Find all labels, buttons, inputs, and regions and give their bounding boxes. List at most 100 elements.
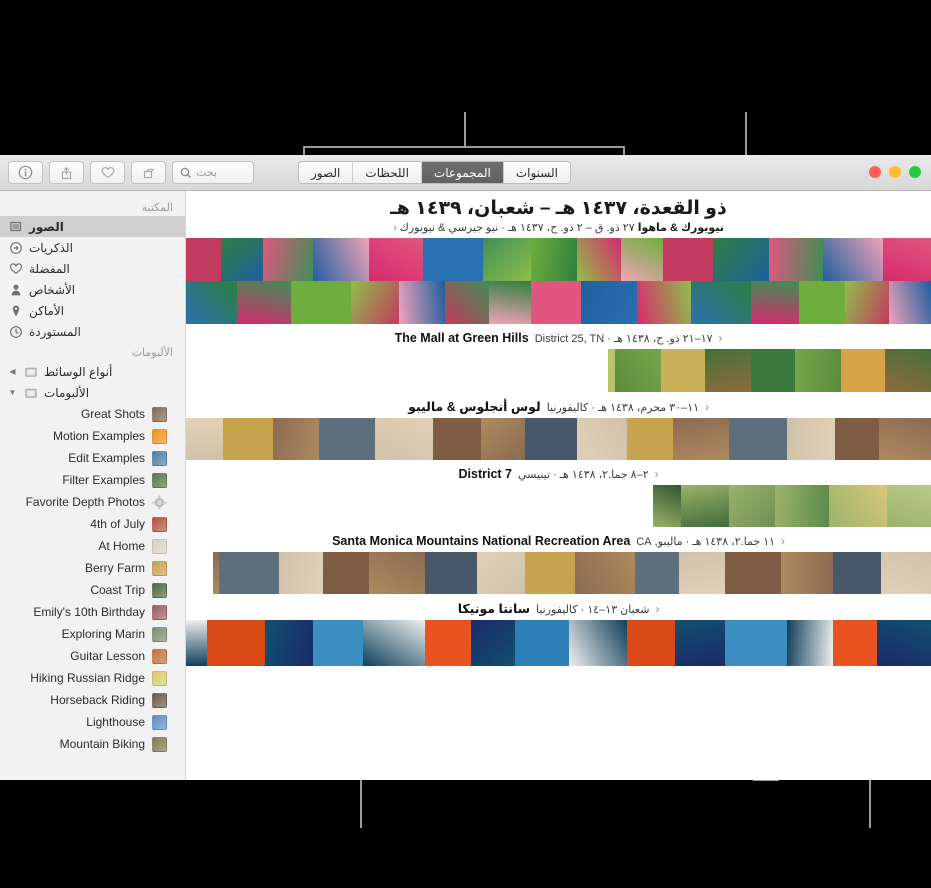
- photo-thumbnail[interactable]: [263, 238, 313, 281]
- photo-thumbnail[interactable]: [653, 485, 681, 527]
- photo-thumbnail[interactable]: [885, 349, 931, 392]
- sidebar-album-8[interactable]: Coast Trip: [0, 579, 185, 601]
- photo-thumbnail[interactable]: [751, 281, 799, 324]
- favorite-button[interactable]: [90, 161, 125, 184]
- photo-thumbnail[interactable]: [673, 418, 729, 460]
- photo-thumbnail[interactable]: [531, 281, 581, 324]
- sidebar-item-2[interactable]: المفضلة: [0, 258, 185, 279]
- photo-thumbnail[interactable]: [273, 418, 319, 460]
- photo-thumbnail[interactable]: [477, 552, 525, 594]
- sidebar-album-12[interactable]: Hiking Russian Ridge: [0, 667, 185, 689]
- photo-thumbnail[interactable]: [577, 418, 627, 460]
- photo-strip[interactable]: [186, 620, 931, 666]
- photo-thumbnail[interactable]: [705, 349, 751, 392]
- photo-thumbnail[interactable]: [483, 238, 531, 281]
- photo-thumbnail[interactable]: [363, 620, 425, 666]
- photo-thumbnail[interactable]: [213, 552, 219, 594]
- sidebar-album-3[interactable]: Filter Examples: [0, 469, 185, 491]
- photo-thumbnail[interactable]: [833, 620, 877, 666]
- chevron-left-icon[interactable]: ‹: [781, 536, 785, 548]
- photo-strip[interactable]: [213, 552, 931, 594]
- photo-thumbnail[interactable]: [841, 349, 885, 392]
- sidebar-album-15[interactable]: Mountain Biking: [0, 733, 185, 755]
- photo-thumbnail[interactable]: [207, 620, 265, 666]
- sidebar-album-0[interactable]: Great Shots: [0, 403, 185, 425]
- sidebar-album-13[interactable]: Horseback Riding: [0, 689, 185, 711]
- photo-thumbnail[interactable]: [823, 238, 883, 281]
- photo-thumbnail[interactable]: [883, 238, 931, 281]
- photo-thumbnail[interactable]: [835, 418, 879, 460]
- photo-thumbnail[interactable]: [769, 238, 823, 281]
- photo-thumbnail[interactable]: [627, 418, 673, 460]
- photo-thumbnail[interactable]: [621, 238, 663, 281]
- tab-3[interactable]: الصور: [299, 162, 353, 183]
- photo-thumbnail[interactable]: [375, 418, 433, 460]
- photo-strip[interactable]: [186, 418, 931, 460]
- photo-thumbnail[interactable]: [635, 552, 679, 594]
- minimize-button[interactable]: [889, 166, 901, 178]
- chevron-left-icon[interactable]: ◀: [8, 367, 17, 376]
- photo-thumbnail[interactable]: [186, 281, 237, 324]
- photo-thumbnail[interactable]: [445, 281, 489, 324]
- photo-thumbnail[interactable]: [637, 281, 691, 324]
- photo-thumbnail[interactable]: [663, 238, 713, 281]
- photo-thumbnail[interactable]: [581, 281, 637, 324]
- photo-thumbnail[interactable]: [781, 552, 833, 594]
- photo-thumbnail[interactable]: [481, 418, 525, 460]
- zoom-button[interactable]: [909, 166, 921, 178]
- photo-thumbnail[interactable]: [691, 281, 751, 324]
- tab-2[interactable]: اللحظات: [352, 162, 421, 183]
- photo-thumbnail[interactable]: [679, 552, 725, 594]
- photo-thumbnail[interactable]: [608, 349, 615, 392]
- view-mode-tabs[interactable]: السنوات المجموعات اللحظات الصور: [298, 161, 571, 184]
- photo-thumbnail[interactable]: [265, 620, 313, 666]
- sidebar-item-3[interactable]: الأشخاص: [0, 279, 185, 300]
- sidebar-album-7[interactable]: Berry Farm: [0, 557, 185, 579]
- chevron-down-icon[interactable]: ▼: [8, 388, 17, 397]
- photo-thumbnail[interactable]: [221, 238, 263, 281]
- photo-thumbnail[interactable]: [423, 238, 483, 281]
- sidebar-album-10[interactable]: Exploring Marin: [0, 623, 185, 645]
- photo-thumbnail[interactable]: [725, 552, 781, 594]
- photo-thumbnail[interactable]: [833, 552, 881, 594]
- sidebar-album-2[interactable]: Edit Examples: [0, 447, 185, 469]
- info-button[interactable]: [8, 161, 43, 184]
- sidebar-group-1[interactable]: ▼ الألبومات: [0, 382, 185, 403]
- sidebar-group-0[interactable]: ◀ أنواع الوسائط: [0, 361, 185, 382]
- share-button[interactable]: [49, 161, 84, 184]
- photo-thumbnail[interactable]: [279, 552, 323, 594]
- sidebar-album-4[interactable]: Favorite Depth Photos: [0, 491, 185, 513]
- window-controls[interactable]: [869, 166, 921, 178]
- photo-thumbnail[interactable]: [787, 418, 835, 460]
- sidebar-album-11[interactable]: Guitar Lesson: [0, 645, 185, 667]
- photo-strip[interactable]: [186, 238, 931, 324]
- photo-thumbnail[interactable]: [515, 620, 569, 666]
- sidebar-item-5[interactable]: المستوردة: [0, 321, 185, 342]
- photo-thumbnail[interactable]: [713, 238, 769, 281]
- sidebar-album-9[interactable]: Emily's 10th Birthday: [0, 601, 185, 623]
- photo-thumbnail[interactable]: [725, 620, 787, 666]
- photo-thumbnail[interactable]: [775, 485, 829, 527]
- photos-main-area[interactable]: ذو القعدة، ١٤٣٧ هـ – شعبان، ١٤٣٩ هـ نيوي…: [186, 191, 931, 780]
- photo-thumbnail[interactable]: [369, 238, 423, 281]
- photo-thumbnail[interactable]: [186, 620, 207, 666]
- photo-thumbnail[interactable]: [525, 552, 575, 594]
- chevron-left-icon[interactable]: ‹: [705, 402, 709, 414]
- photo-thumbnail[interactable]: [829, 485, 887, 527]
- photo-strip[interactable]: [653, 485, 931, 527]
- photo-thumbnail[interactable]: [471, 620, 515, 666]
- photo-thumbnail[interactable]: [729, 485, 775, 527]
- chevron-left-icon[interactable]: ‹: [719, 333, 723, 345]
- photo-thumbnail[interactable]: [425, 552, 477, 594]
- chevron-left-icon[interactable]: ‹: [655, 604, 659, 616]
- photo-thumbnail[interactable]: [729, 418, 787, 460]
- sidebar-item-1[interactable]: الذكريات: [0, 237, 185, 258]
- photo-thumbnail[interactable]: [845, 281, 889, 324]
- photo-thumbnail[interactable]: [787, 620, 833, 666]
- sidebar-album-1[interactable]: Motion Examples: [0, 425, 185, 447]
- photo-thumbnail[interactable]: [186, 418, 223, 460]
- photo-thumbnail[interactable]: [661, 349, 705, 392]
- photo-thumbnail[interactable]: [425, 620, 471, 666]
- photo-thumbnail[interactable]: [223, 418, 273, 460]
- sidebar-album-14[interactable]: Lighthouse: [0, 711, 185, 733]
